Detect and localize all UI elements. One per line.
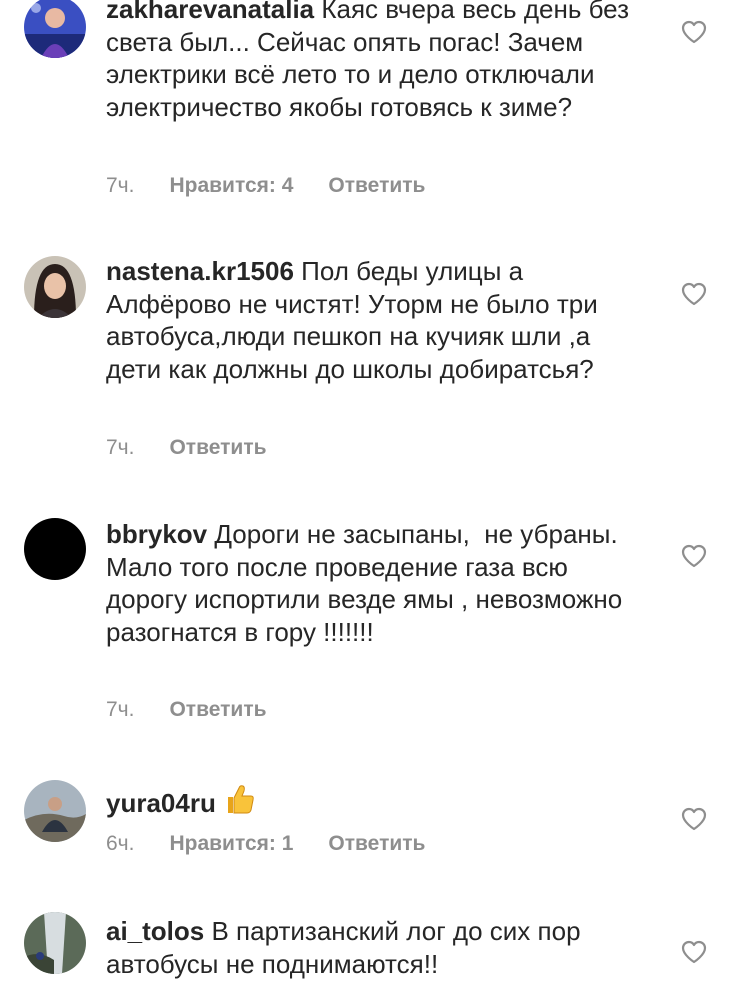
comment-username[interactable]: bbrykov [106,519,207,549]
heart-outline-icon[interactable] [681,544,707,568]
comment-likes-count[interactable]: Нравится: 4 [169,174,293,198]
heart-outline-icon[interactable] [681,807,707,831]
comment-time[interactable]: 7ч. [106,436,134,460]
avatar[interactable] [24,780,86,842]
avatar[interactable] [24,912,86,974]
heart-outline-icon[interactable] [681,20,707,44]
avatar[interactable] [24,0,86,58]
comment-username[interactable]: yura04ru [106,788,216,818]
comment-time[interactable]: 6ч. [106,832,134,856]
heart-outline-icon[interactable] [681,940,707,964]
comment-username[interactable]: zakharevanatalia [106,0,314,24]
reply-button[interactable]: Ответить [328,832,425,856]
comment-username[interactable]: ai_tolos [106,916,204,946]
heart-outline-icon[interactable] [681,282,707,306]
reply-button[interactable]: Ответить [169,698,266,722]
reply-button[interactable]: Ответить [169,436,266,460]
avatar[interactable] [24,256,86,318]
comment-username[interactable]: nastena.kr1506 [106,256,294,286]
reply-button[interactable]: Ответить [328,174,425,198]
thumbs-up-emoji [222,782,256,824]
comment-time[interactable]: 7ч. [106,174,134,198]
comment-likes-count[interactable]: Нравится: 1 [169,832,293,856]
comment-time[interactable]: 7ч. [106,698,134,722]
avatar[interactable] [24,518,86,580]
